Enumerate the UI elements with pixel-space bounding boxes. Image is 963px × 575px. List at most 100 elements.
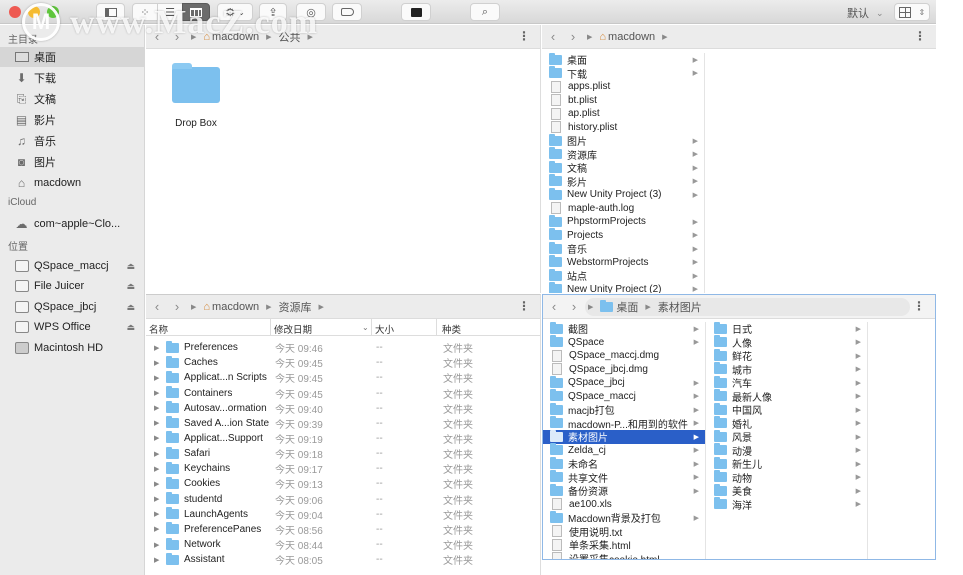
- column-item[interactable]: ap.plist: [542, 107, 704, 121]
- eject-icon[interactable]: ⏏: [126, 261, 135, 272]
- column-header-kind[interactable]: 种类: [442, 322, 461, 336]
- back-button[interactable]: ‹: [150, 299, 164, 314]
- forward-button[interactable]: ›: [170, 29, 184, 44]
- column-item[interactable]: 未命名 ▶: [543, 456, 705, 471]
- table-row[interactable]: ▶ Assistant 今天 08:05 -- 文件夹: [146, 552, 540, 567]
- table-row[interactable]: ▶ Containers 今天 09:45 -- 文件夹: [146, 385, 540, 401]
- disclosure-triangle-icon[interactable]: ▶: [154, 495, 159, 503]
- column-item[interactable]: 汽车 ▶: [707, 375, 867, 390]
- forward-button[interactable]: ›: [567, 299, 581, 314]
- column-item[interactable]: 海洋 ▶: [707, 497, 867, 512]
- eject-icon[interactable]: ⏏: [126, 322, 135, 333]
- column-item[interactable]: 城市 ▶: [707, 362, 867, 377]
- view-mode-select[interactable]: 默认 ⌄: [847, 5, 884, 21]
- sidebar-item-desktop[interactable]: 桌面: [0, 47, 145, 67]
- disclosure-triangle-icon[interactable]: ▶: [154, 359, 159, 367]
- column-item[interactable]: 影片 ▶: [542, 174, 704, 189]
- table-row[interactable]: ▶ Autosav...ormation 今天 09:40 -- 文件夹: [146, 401, 540, 416]
- column-item[interactable]: 人像 ▶: [707, 335, 867, 350]
- column-item[interactable]: 截图 ▶: [543, 321, 705, 336]
- sidebar-item-macintosh-hd[interactable]: Macintosh HD: [0, 338, 145, 358]
- sidebar-toggle-button[interactable]: [96, 3, 125, 21]
- column-item[interactable]: 共享文件 ▶: [543, 470, 705, 485]
- disclosure-triangle-icon[interactable]: ▶: [154, 419, 159, 427]
- back-button[interactable]: ‹: [150, 29, 164, 44]
- column-item[interactable]: 文稿 ▶: [542, 160, 704, 175]
- back-button[interactable]: ‹: [546, 29, 560, 44]
- forward-button[interactable]: ›: [566, 29, 580, 44]
- sidebar-item-icloud[interactable]: ☁ com~apple~Clo...: [0, 214, 145, 234]
- column-item[interactable]: 资源库 ▶: [542, 147, 704, 162]
- column-item[interactable]: 中国风 ▶: [707, 402, 867, 417]
- disclosure-triangle-icon[interactable]: ▶: [154, 450, 159, 458]
- column-item[interactable]: Projects ▶: [542, 228, 704, 243]
- sidebar-item-volume[interactable]: File Juicer ⏏: [0, 276, 145, 296]
- sidebar-item-downloads[interactable]: ⬇ 下载: [0, 68, 145, 88]
- table-row[interactable]: ▶ PreferencePanes 今天 08:56 -- 文件夹: [146, 522, 540, 537]
- column-item[interactable]: 动物 ▶: [707, 470, 867, 485]
- column-item[interactable]: QSpace_jbcj ▶: [543, 375, 705, 390]
- search-button[interactable]: ⌕: [470, 3, 500, 21]
- column-item[interactable]: ae100.xls: [543, 498, 705, 512]
- path-segment[interactable]: 资源库: [279, 299, 312, 315]
- disclosure-triangle-icon[interactable]: ▶: [154, 374, 159, 382]
- column-item[interactable]: QSpace_maccj ▶: [543, 389, 705, 404]
- disclosure-triangle-icon[interactable]: ▶: [154, 525, 159, 533]
- more-options-icon[interactable]: ⋮: [914, 29, 926, 43]
- column-item[interactable]: 使用说明.txt: [543, 525, 705, 539]
- action-menu-button[interactable]: ⚙ ⌄: [217, 3, 253, 21]
- column-item[interactable]: 美食 ▶: [707, 483, 867, 498]
- disclosure-triangle-icon[interactable]: ▶: [154, 344, 159, 352]
- table-row[interactable]: ▶ Preferences 今天 09:46 -- 文件夹: [146, 340, 540, 355]
- disclosure-triangle-icon[interactable]: ▶: [154, 480, 159, 488]
- more-options-icon[interactable]: ⋮: [518, 299, 530, 313]
- table-row[interactable]: ▶ LaunchAgents 今天 09:04 -- 文件夹: [146, 507, 540, 522]
- back-button[interactable]: ‹: [547, 299, 561, 314]
- column-item[interactable]: 鲜花 ▶: [707, 348, 867, 363]
- eject-icon[interactable]: ⏏: [126, 281, 135, 292]
- column-header-size[interactable]: 大小: [375, 322, 394, 336]
- column-item[interactable]: bt.plist: [542, 94, 704, 108]
- column-item[interactable]: 最新人像 ▶: [707, 389, 867, 404]
- column-item[interactable]: 风景 ▶: [707, 429, 867, 444]
- list-view-button[interactable]: ☰: [157, 3, 183, 21]
- more-options-icon[interactable]: ⋮: [913, 299, 925, 313]
- layout-select[interactable]: ⇕: [894, 3, 930, 21]
- close-button[interactable]: [9, 6, 21, 18]
- table-row[interactable]: ▶ Saved A...ion State 今天 09:39 -- 文件夹: [146, 416, 540, 431]
- share-button[interactable]: ⇪: [259, 3, 287, 21]
- disclosure-triangle-icon[interactable]: ▶: [154, 434, 159, 442]
- column-item[interactable]: 日式 ▶: [707, 321, 867, 336]
- sidebar-item-volume[interactable]: QSpace_jbcj ⏏: [0, 297, 145, 317]
- column-item[interactable]: 桌面 ▶: [542, 52, 704, 67]
- disclosure-triangle-icon[interactable]: ▶: [154, 510, 159, 518]
- eject-icon[interactable]: ⏏: [126, 302, 135, 313]
- column-item[interactable]: maple-auth.log: [542, 202, 704, 216]
- sidebar-item-volume[interactable]: WPS Office ⏏: [0, 317, 145, 337]
- icon-view-button[interactable]: ⁘: [132, 3, 158, 21]
- column-item[interactable]: QSpace_maccj.dmg: [543, 349, 705, 363]
- sidebar-item-music[interactable]: ♫ 音乐: [0, 131, 145, 151]
- column-item[interactable]: PhpstormProjects ▶: [542, 214, 704, 229]
- column-item[interactable]: WebstormProjects ▶: [542, 255, 704, 270]
- column-item[interactable]: 下载 ▶: [542, 66, 704, 81]
- path-segment[interactable]: macdown: [608, 31, 655, 43]
- disclosure-triangle-icon[interactable]: ▶: [154, 465, 159, 473]
- column-header-name[interactable]: 名称: [149, 322, 168, 336]
- column-item[interactable]: Zelda_cj ▶: [543, 443, 705, 458]
- path-segment[interactable]: 桌面: [616, 299, 638, 315]
- path-segment[interactable]: macdown: [212, 301, 259, 313]
- path-segment[interactable]: macdown: [212, 31, 259, 43]
- disclosure-triangle-icon[interactable]: ▶: [154, 404, 159, 412]
- table-row[interactable]: ▶ Applicat...Support 今天 09:19 -- 文件夹: [146, 431, 540, 446]
- column-item[interactable]: New Unity Project (2) ▶: [542, 282, 704, 293]
- table-row[interactable]: ▶ Network 今天 08:44 -- 文件夹: [146, 537, 540, 552]
- sidebar-item-home[interactable]: ⌂ macdown: [0, 173, 145, 193]
- column-item[interactable]: 素材图片 ▶: [543, 429, 705, 444]
- column-item[interactable]: apps.plist: [542, 80, 704, 94]
- disclosure-triangle-icon[interactable]: ▶: [154, 389, 159, 397]
- disclosure-triangle-icon[interactable]: ▶: [154, 541, 159, 549]
- column-item[interactable]: New Unity Project (3) ▶: [542, 187, 704, 202]
- column-item[interactable]: 动漫 ▶: [707, 443, 867, 458]
- icon-item-folder[interactable]: Drop Box: [166, 61, 226, 129]
